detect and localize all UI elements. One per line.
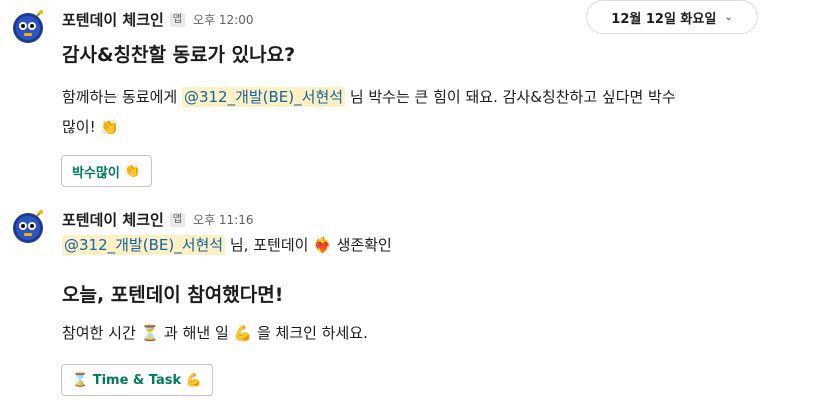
hourglass-emoji-icon: ⏳: [140, 324, 160, 342]
user-mention[interactable]: @312_개발(BE)_서현석: [62, 235, 226, 255]
message-meta: 포텐데이 체크인 앱 오후 11:16: [62, 209, 254, 230]
text-segment: 함께하는 동료에게: [62, 88, 182, 106]
sender-name[interactable]: 포텐데이 체크인: [62, 9, 164, 30]
message-meta: 포텐데이 체크인 앱 오후 12:00: [62, 9, 254, 30]
date-divider-button[interactable]: 12월 12일 화요일 ⌄: [586, 0, 758, 34]
date-label: 12월 12일 화요일: [611, 11, 717, 27]
app-badge: 앱: [169, 12, 186, 27]
message-line-2: 많이! 👏: [62, 112, 119, 142]
message-line-1: @312_개발(BE)_서현석 님, 포텐데이 ❤️‍🔥 생존확인: [62, 230, 392, 260]
message-line-1: 함께하는 동료에게 @312_개발(BE)_서현석 님 박수는 큰 힘이 돼요.…: [62, 82, 676, 112]
message-line-2: 참여한 시간 ⏳ 과 해낸 일 💪 을 체크인 하세요.: [62, 318, 368, 348]
time-and-task-button[interactable]: ⌛ Time & Task 💪: [61, 364, 213, 396]
clap-emoji-icon: 👏: [124, 163, 141, 179]
button-label: 박수많이: [72, 165, 120, 181]
user-mention[interactable]: @312_개발(BE)_서현석: [181, 87, 346, 107]
chevron-down-icon: ⌄: [724, 11, 733, 23]
text-segment: 님, 포텐데이: [225, 236, 314, 254]
text-segment: 참여한 시간: [62, 324, 141, 342]
message-2: 포텐데이 체크인 앱 오후 11:16 @312_개발(BE)_서현석 님, 포…: [0, 200, 822, 409]
flexed-biceps-emoji-icon: 💪: [233, 324, 253, 342]
message-heading: 오늘, 포텐데이 참여했다면!: [62, 284, 284, 306]
clap-emoji-icon: 👏: [100, 118, 120, 136]
text-segment: 생존확인: [331, 236, 392, 254]
text-segment: 많이!: [62, 118, 96, 136]
bot-avatar-icon[interactable]: [10, 10, 46, 46]
clap-button[interactable]: 박수많이 👏: [61, 155, 152, 187]
text-segment: 님 박수는 큰 힘이 돼요. 감사&칭찬하고 싶다면 박수: [345, 88, 676, 106]
timestamp[interactable]: 오후 11:16: [193, 211, 253, 228]
bot-avatar-icon[interactable]: [10, 210, 46, 246]
flexed-biceps-emoji-icon: 💪: [185, 372, 202, 388]
hourglass-emoji-icon: ⌛: [72, 372, 89, 388]
timestamp[interactable]: 오후 12:00: [193, 11, 253, 28]
app-badge: 앱: [169, 212, 186, 227]
button-label: Time & Task: [92, 372, 182, 388]
heart-on-fire-emoji-icon: ❤️‍🔥: [313, 236, 332, 254]
text-segment: 과 해낸 일: [159, 324, 234, 342]
message-heading: 감사&칭찬할 동료가 있나요?: [62, 44, 296, 66]
text-segment: 을 체크인 하세요.: [252, 324, 368, 342]
sender-name[interactable]: 포텐데이 체크인: [62, 209, 164, 230]
